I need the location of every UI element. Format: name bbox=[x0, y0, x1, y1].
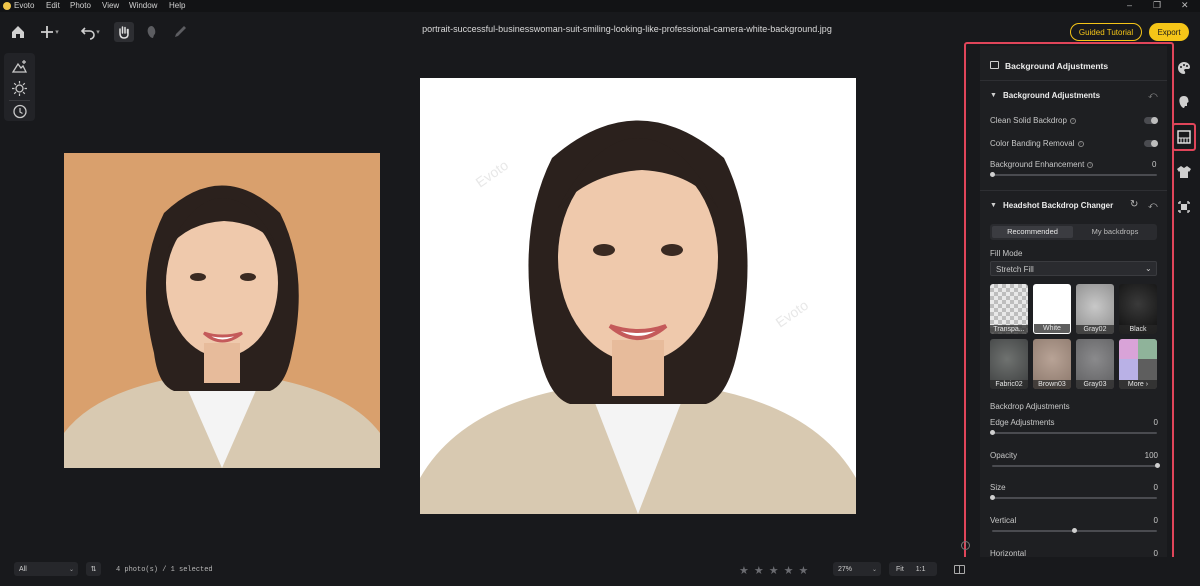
portrait-figure: Evoto Evoto bbox=[420, 120, 856, 514]
menu-view[interactable]: View bbox=[102, 1, 119, 10]
add-photo-button[interactable]: ▾ bbox=[36, 22, 62, 42]
menu-edit[interactable]: Edit bbox=[46, 1, 60, 10]
hand-icon bbox=[119, 26, 129, 39]
home-icon[interactable] bbox=[9, 22, 27, 42]
brush-icon[interactable] bbox=[172, 22, 188, 42]
star-icon[interactable]: ★ bbox=[799, 565, 814, 577]
face-icon[interactable] bbox=[144, 22, 160, 42]
edited-photo: Evoto Evoto bbox=[420, 78, 856, 514]
plus-icon bbox=[41, 26, 54, 38]
fit-controls: Fit 1:1 bbox=[889, 562, 937, 576]
menu-help[interactable]: Help bbox=[169, 1, 185, 10]
tool-divider bbox=[9, 100, 30, 101]
effects-icon[interactable] bbox=[11, 80, 28, 97]
star-icon[interactable]: ★ bbox=[784, 565, 799, 577]
star-icon[interactable]: ★ bbox=[769, 565, 784, 577]
app-logo bbox=[3, 2, 11, 10]
photo-count: 4 photo(s) / 1 selected bbox=[116, 566, 213, 574]
star-icon[interactable]: ★ bbox=[739, 565, 754, 577]
export-button[interactable]: Export bbox=[1149, 23, 1189, 41]
highlight-frame bbox=[964, 42, 1174, 578]
chevron-down-icon: ▾ bbox=[55, 29, 59, 36]
star-icon[interactable]: ★ bbox=[754, 565, 769, 577]
sort-icon[interactable]: ⇅ bbox=[86, 562, 101, 576]
original-photo bbox=[64, 153, 380, 468]
one-to-one-button[interactable]: 1:1 bbox=[916, 566, 926, 573]
filter-select[interactable]: All ⌄ bbox=[14, 562, 78, 576]
shirt-icon[interactable] bbox=[1176, 164, 1192, 180]
crop-icon[interactable] bbox=[1176, 199, 1192, 215]
menu-bar: Evoto Edit Photo View Window Help – ❐ ✕ bbox=[0, 0, 1200, 12]
app-name: Evoto bbox=[14, 1, 35, 10]
chevron-down-icon: ⌄ bbox=[68, 566, 74, 573]
undo-button[interactable]: ▾ bbox=[77, 22, 103, 42]
portrait-figure bbox=[64, 185, 380, 468]
guided-tutorial-button[interactable]: Guided Tutorial bbox=[1070, 23, 1142, 41]
head-icon[interactable] bbox=[1176, 94, 1192, 110]
status-bar: All ⌄ ⇅ 4 photo(s) / 1 selected ★★★★★ 27… bbox=[0, 557, 1200, 586]
star-rating[interactable]: ★★★★★ bbox=[739, 564, 813, 577]
zoom-select[interactable]: 27% ⌄ bbox=[833, 562, 881, 576]
menu-window[interactable]: Window bbox=[129, 1, 157, 10]
left-tool-panel bbox=[4, 53, 35, 121]
maximize-icon[interactable]: ❐ bbox=[1153, 0, 1161, 11]
hand-tool[interactable] bbox=[114, 22, 134, 42]
menu-photo[interactable]: Photo bbox=[70, 1, 91, 10]
history-icon[interactable] bbox=[11, 103, 28, 120]
filter-value: All bbox=[19, 565, 27, 573]
watermark: Evoto bbox=[473, 157, 512, 191]
canvas-area[interactable]: Evoto Evoto bbox=[40, 52, 960, 557]
close-icon[interactable]: ✕ bbox=[1181, 0, 1189, 11]
background-icon[interactable] bbox=[1176, 129, 1192, 145]
undo-icon bbox=[81, 27, 96, 40]
ai-enhance-icon[interactable] bbox=[11, 58, 28, 75]
zoom-value: 27% bbox=[838, 565, 853, 573]
file-title: portrait-successful-businesswoman-suit-s… bbox=[422, 24, 832, 34]
minimize-icon[interactable]: – bbox=[1127, 0, 1132, 10]
chevron-down-icon: ▾ bbox=[96, 29, 100, 36]
watermark: Evoto bbox=[773, 297, 812, 331]
info-icon[interactable]: i bbox=[961, 541, 970, 550]
chevron-down-icon: ⌄ bbox=[871, 566, 877, 573]
palette-icon[interactable] bbox=[1176, 60, 1192, 76]
compare-view-icon[interactable] bbox=[954, 565, 965, 574]
fit-button[interactable]: Fit bbox=[896, 566, 904, 573]
